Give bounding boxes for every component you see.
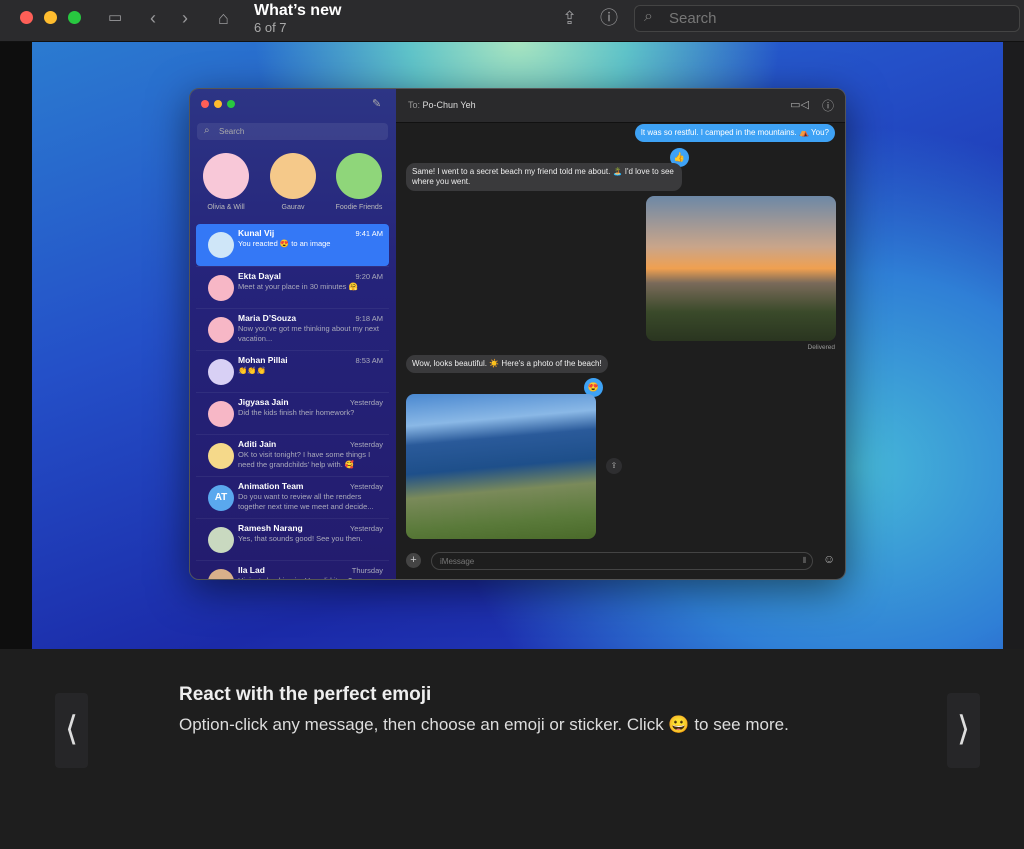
message-preview: Hi, just checking in. How did it go?	[238, 576, 383, 579]
back-icon[interactable]: ‹	[150, 8, 156, 28]
chat-header: To: Po-Chun Yeh ▭◁ ⓘ	[396, 89, 845, 123]
conversation-pane: To: Po-Chun Yeh ▭◁ ⓘ It was so restful. …	[396, 89, 845, 579]
conversation-item[interactable]: Ila Lad Thursday Hi, just checking in. H…	[196, 560, 389, 579]
avatar	[270, 153, 316, 199]
conversation-item[interactable]: Jigyasa Jain Yesterday Did the kids fini…	[196, 392, 389, 434]
search-input[interactable]: ⌕ Search	[634, 5, 1020, 32]
emoji-icon[interactable]: ☺	[823, 552, 835, 566]
zoom-button[interactable]	[68, 11, 81, 24]
search-icon: ⌕	[644, 8, 653, 25]
page-title: What’s new	[254, 2, 342, 19]
tip-body: Option-click any message, then choose an…	[179, 715, 789, 734]
window-edge	[0, 42, 32, 649]
message-preview: OK to visit tonight? I have some things …	[238, 450, 371, 469]
timestamp: 9:18 AM	[355, 314, 383, 323]
toolbar: ▭ ‹ › ⌂ What’s new 6 of 7 ⇪ ⓘ ⌕ Search	[0, 0, 1024, 42]
conversation-item[interactable]: Kunal Vij 9:41 AM You reacted 😍 to an im…	[196, 224, 389, 266]
home-icon[interactable]: ⌂	[218, 8, 229, 28]
avatar	[208, 401, 234, 427]
conversation-item[interactable]: Ramesh Narang Yesterday Yes, that sounds…	[196, 518, 389, 560]
timestamp: 9:41 AM	[355, 229, 383, 238]
delivered-status: Delivered	[807, 344, 835, 351]
messages-sidebar: ✎ ⌕ Search Olivia & Will Gaurav Foodie Frie…	[190, 89, 396, 579]
add-attachment-button[interactable]: +	[406, 553, 421, 568]
message-preview: Did the kids finish their homework?	[238, 408, 355, 417]
video-call-icon[interactable]: ▭◁	[790, 98, 809, 111]
contact-name: Maria D’Souza	[238, 313, 297, 323]
contact-name: Ila Lad	[238, 565, 265, 575]
share-icon[interactable]: ⇪	[562, 8, 577, 28]
avatar	[208, 359, 234, 385]
contact-name: Animation Team	[238, 481, 304, 491]
tip-heading: React with the perfect emoji	[179, 684, 432, 705]
message-preview: Yes, that sounds good! See you then.	[238, 534, 363, 543]
messages-window: ✎ ⌕ Search Olivia & Will Gaurav Foodie Frie…	[189, 88, 846, 580]
conversation-item[interactable]: Maria D’Souza 9:18 AM Now you’ve got me …	[196, 308, 389, 350]
avatar	[208, 232, 234, 258]
message-input[interactable]: iMessage ⦀	[431, 552, 813, 570]
recipient: Po-Chun Yeh	[422, 100, 476, 110]
contact-name: Mohan Pillai	[238, 355, 288, 365]
contact-name: Jigyasa Jain	[238, 397, 289, 407]
pinned-conversation[interactable]: Foodie Friends	[335, 153, 383, 211]
sunset-photo[interactable]	[646, 196, 836, 341]
message-preview: Meet at your place in 30 minutes 🤗	[238, 282, 358, 291]
next-button[interactable]: ⟩	[947, 693, 980, 768]
pinned-name: Olivia & Will	[207, 204, 245, 211]
timestamp: Yesterday	[349, 524, 383, 533]
avatar	[208, 443, 234, 469]
pinned-name: Gaurav	[281, 204, 305, 211]
share-icon[interactable]: ⇪	[606, 458, 622, 474]
conversation-item[interactable]: Mohan Pillai 8:53 AM 👏👏👏	[196, 350, 389, 392]
avatar	[208, 275, 234, 301]
tip-panel	[0, 649, 1024, 849]
sidebar-search-input[interactable]: ⌕ Search	[197, 123, 388, 140]
message-bubble[interactable]: Wow, looks beautiful. ☀️ Here's a photo …	[406, 355, 608, 373]
avatar	[208, 527, 234, 553]
message-preview: Now you’ve got me thinking about my next…	[238, 324, 379, 343]
timestamp: Yesterday	[349, 398, 383, 407]
conversation-item[interactable]: Aditi Jain Yesterday OK to visit tonight…	[196, 434, 389, 476]
timestamp: Yesterday	[349, 482, 383, 491]
audio-icon[interactable]: ⦀	[802, 556, 806, 566]
zoom-dot	[227, 100, 235, 108]
message-bubble[interactable]: It was so restful. I camped in the mount…	[634, 124, 835, 142]
search-icon: ⌕	[204, 125, 210, 136]
minimize-button[interactable]	[44, 11, 57, 24]
close-button[interactable]	[20, 11, 33, 24]
contact-name: Ramesh Narang	[238, 523, 303, 533]
message-preview: You reacted 😍 to an image	[238, 239, 331, 248]
contact-name: Kunal Vij	[238, 228, 275, 238]
timestamp: Thursday	[351, 566, 383, 575]
message-bubble[interactable]: Same! I went to a secret beach my friend…	[406, 163, 682, 191]
compose-icon[interactable]: ✎	[372, 97, 381, 110]
conversation-item[interactable]: Ekta Dayal 9:20 AM Meet at your place in…	[196, 266, 389, 308]
close-dot	[201, 100, 209, 108]
pinned-conversation[interactable]: Gaurav	[269, 153, 317, 211]
conversation-item[interactable]: AT Animation Team Yesterday Do you want …	[196, 476, 389, 518]
previous-button[interactable]: ⟨	[55, 693, 88, 768]
timestamp: 9:20 AM	[355, 272, 383, 281]
contact-name: Ekta Dayal	[238, 271, 281, 281]
avatar	[208, 317, 234, 343]
avatar: AT	[208, 485, 234, 511]
avatar	[336, 153, 382, 199]
info-icon[interactable]: ⓘ	[600, 8, 618, 28]
avatar	[208, 569, 234, 579]
page-counter: 6 of 7	[254, 20, 287, 35]
minimize-dot	[214, 100, 222, 108]
timestamp: 8:53 AM	[355, 356, 383, 365]
message-preview: Do you want to review all the renders to…	[238, 492, 374, 511]
forward-icon[interactable]: ›	[182, 8, 188, 28]
timestamp: Yesterday	[349, 440, 383, 449]
contact-name: Aditi Jain	[238, 439, 277, 449]
beach-photo[interactable]	[406, 394, 596, 539]
message-preview: 👏👏👏	[238, 366, 267, 375]
info-icon[interactable]: ⓘ	[822, 97, 834, 114]
pinned-name: Foodie Friends	[335, 204, 383, 211]
avatar	[203, 153, 249, 199]
sidebar-toggle-icon[interactable]: ▭	[108, 8, 122, 28]
pinned-conversation[interactable]: Olivia & Will	[202, 153, 250, 211]
